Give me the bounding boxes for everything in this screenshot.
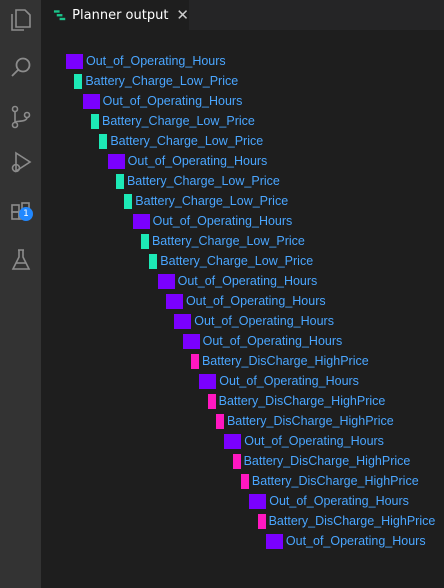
plan-step-bar xyxy=(190,353,199,369)
plan-step-label: Out_of_Operating_Hours xyxy=(185,294,326,308)
plan-step-row: Battery_DisCharge_HighPrice xyxy=(240,473,419,489)
plan-step-row: Out_of_Operating_Hours xyxy=(199,373,359,389)
plan-step-bar xyxy=(124,193,133,209)
planner-output-panel: Out_of_Operating_Hours Battery_Charge_Low… xyxy=(41,30,444,588)
plan-step-label: Out_of_Operating_Hours xyxy=(244,434,384,448)
plan-step-row: Battery_Charge_Low_Price xyxy=(115,173,280,189)
explorer-icon[interactable] xyxy=(0,0,41,40)
plan-step-label: Out_of_Operating_Hours xyxy=(86,54,226,68)
plan-step-label: Out_of_Operating_Hours xyxy=(194,314,334,328)
plan-step-bar xyxy=(207,393,216,409)
plan-step-label: Battery_Charge_Low_Price xyxy=(135,194,289,208)
plan-step-row: Out_of_Operating_Hours xyxy=(132,213,293,229)
plan-step-bar xyxy=(265,533,283,549)
tab-close-icon[interactable]: ✕ xyxy=(176,6,189,24)
plan-step-row: Out_of_Operating_Hours xyxy=(157,273,318,289)
plan-step-row: Out_of_Operating_Hours xyxy=(165,293,326,309)
plan-step-label: Out_of_Operating_Hours xyxy=(202,334,343,348)
plan-step-label: Battery_DisCharge_HighPrice xyxy=(218,394,386,408)
tab-title: Planner output xyxy=(72,7,169,23)
plan-step-row: Out_of_Operating_Hours xyxy=(249,493,409,509)
plan-step-label: Battery_DisCharge_HighPrice xyxy=(251,474,419,488)
plan-step-bar xyxy=(140,233,149,249)
plan-step-row: Battery_DisCharge_HighPrice xyxy=(215,413,394,429)
plan-step-label: Out_of_Operating_Hours xyxy=(152,214,293,228)
plan-step-bar xyxy=(99,133,108,149)
plan-step-label: Out_of_Operating_Hours xyxy=(219,374,359,388)
planner-output-icon xyxy=(53,10,66,21)
plan-step-row: Battery_Charge_Low_Price xyxy=(149,253,313,269)
plan-step-row: Out_of_Operating_Hours xyxy=(265,533,426,549)
plan-step-row: Battery_Charge_Low_Price xyxy=(74,73,238,89)
plan-step-bar xyxy=(132,213,150,229)
plan-step-label: Out_of_Operating_Hours xyxy=(269,494,409,508)
testing-icon[interactable] xyxy=(0,240,41,280)
plan-step-bar xyxy=(199,373,217,389)
plan-step-label: Battery_Charge_Low_Price xyxy=(85,74,239,88)
plan-step-bar xyxy=(249,493,267,509)
plan-step-label: Battery_Charge_Low_Price xyxy=(126,174,280,188)
plan-step-label: Battery_DisCharge_HighPrice xyxy=(268,514,436,528)
tab-strip: Planner output ✕ xyxy=(41,0,444,30)
plan-step-label: Out_of_Operating_Hours xyxy=(127,154,268,168)
plan-step-label: Battery_Charge_Low_Price xyxy=(151,234,305,248)
plan-step-row: Battery_DisCharge_HighPrice xyxy=(232,453,411,469)
plan-step-row: Out_of_Operating_Hours xyxy=(66,53,226,69)
plan-step-bar xyxy=(90,113,99,129)
plan-step-row: Battery_DisCharge_HighPrice xyxy=(207,393,386,409)
plan-step-row: Battery_Charge_Low_Price xyxy=(124,193,288,209)
plan-step-bar xyxy=(215,413,224,429)
plan-step-bar xyxy=(257,513,266,529)
plan-step-row: Out_of_Operating_Hours xyxy=(82,93,243,109)
plan-step-label: Battery_DisCharge_HighPrice xyxy=(226,414,394,428)
plan-step-label: Out_of_Operating_Hours xyxy=(285,534,426,548)
tab-planner-output[interactable]: Planner output ✕ xyxy=(41,0,189,30)
plan-step-row: Out_of_Operating_Hours xyxy=(182,333,343,349)
plan-step-row: Battery_Charge_Low_Price xyxy=(140,233,305,249)
plan-step-bar xyxy=(115,173,124,189)
activity-bar: 1 xyxy=(0,0,41,588)
plan-step-row: Out_of_Operating_Hours xyxy=(174,313,334,329)
plan-step-bar xyxy=(182,333,200,349)
plan-step-row: Out_of_Operating_Hours xyxy=(224,433,384,449)
plan-step-row: Battery_Charge_Low_Price xyxy=(99,133,263,149)
plan-step-label: Out_of_Operating_Hours xyxy=(102,94,243,108)
plan-step-label: Out_of_Operating_Hours xyxy=(177,274,318,288)
plan-step-bar xyxy=(107,153,125,169)
plan-step-bar xyxy=(224,433,242,449)
run-debug-icon[interactable] xyxy=(0,143,41,183)
plan-step-label: Battery_Charge_Low_Price xyxy=(160,254,314,268)
plan-step-row: Battery_DisCharge_HighPrice xyxy=(190,353,369,369)
plan-step-label: Battery_DisCharge_HighPrice xyxy=(243,454,411,468)
plan-step-bar xyxy=(174,313,192,329)
plan-step-row: Out_of_Operating_Hours xyxy=(107,153,268,169)
plan-step-bar xyxy=(165,293,183,309)
plan-step-bar xyxy=(74,73,83,89)
plan-step-bar xyxy=(232,453,241,469)
plan-step-label: Battery_Charge_Low_Price xyxy=(110,134,264,148)
plan-step-label: Battery_DisCharge_HighPrice xyxy=(201,354,369,368)
plan-step-row: Battery_DisCharge_HighPrice xyxy=(257,513,436,529)
source-control-icon[interactable] xyxy=(0,97,41,137)
plan-step-label: Battery_Charge_Low_Price xyxy=(101,114,255,128)
plan-step-bar xyxy=(240,473,249,489)
plan-step-bar xyxy=(149,253,158,269)
search-icon[interactable] xyxy=(0,48,41,88)
extensions-badge: 1 xyxy=(19,207,33,221)
plan-step-bar xyxy=(157,273,175,289)
extensions-icon[interactable]: 1 xyxy=(0,193,41,233)
plan-step-bar xyxy=(82,93,100,109)
plan-step-row: Battery_Charge_Low_Price xyxy=(90,113,255,129)
plan-step-bar xyxy=(66,53,83,69)
